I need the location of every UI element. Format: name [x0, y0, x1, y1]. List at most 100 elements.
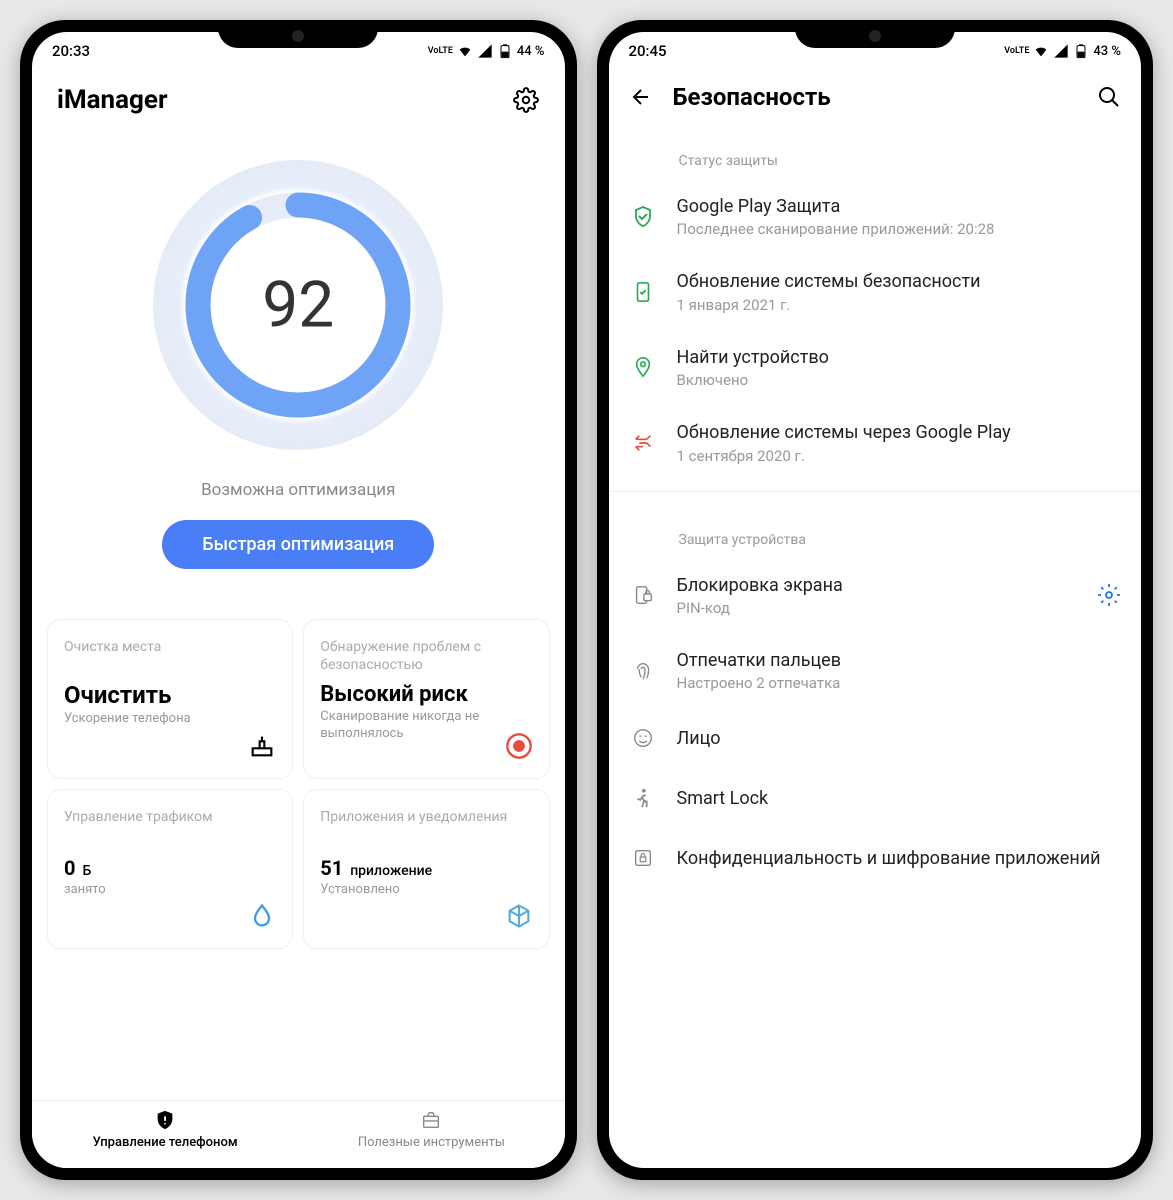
status-icons: VoLTE 44 %: [428, 43, 545, 59]
gear-icon: [1097, 583, 1121, 607]
location-icon: [629, 353, 657, 381]
card-label: Приложения и уведомления: [320, 808, 532, 826]
optimize-button[interactable]: Быстрая оптимизация: [162, 520, 434, 569]
broom-icon: [248, 732, 276, 760]
score-value: 92: [262, 268, 334, 343]
item-smartlock[interactable]: Smart Lock: [609, 768, 1142, 828]
wifi-icon: [457, 43, 473, 59]
screen-1: 20:33 VoLTE 44 % iManager 92: [32, 32, 565, 1168]
gear-icon: [513, 87, 539, 113]
screen-2: 20:45 VoLTE 43 % Безопасность Статус защ…: [609, 32, 1142, 1168]
shield-check-icon: [629, 203, 657, 231]
phone-check-icon: [629, 278, 657, 306]
card-value: 0 Б: [64, 856, 276, 880]
item-fingerprint[interactable]: Отпечатки пальцев Настроено 2 отпечатка: [609, 633, 1142, 708]
item-sub: Настроено 2 отпечатка: [677, 674, 1122, 692]
item-title: Блокировка экрана: [677, 574, 1078, 597]
card-security[interactable]: Обнаружение проблем с безопасностью Высо…: [303, 619, 549, 779]
section-label: Защита устройства: [609, 502, 1142, 558]
card-traffic[interactable]: Управление трафиком 0 Б занято: [47, 789, 293, 949]
lock-settings-button[interactable]: [1097, 583, 1121, 607]
nav-label: Полезные инструменты: [358, 1135, 505, 1150]
score-ring: 92: [153, 160, 443, 450]
nav-tab-tools[interactable]: Полезные инструменты: [298, 1109, 564, 1150]
notch: [218, 20, 378, 48]
update-warning-icon: [629, 429, 657, 457]
card-clean[interactable]: Очистка места Очистить Ускорение телефон…: [47, 619, 293, 779]
item-title: Конфиденциальность и шифрование приложен…: [677, 847, 1122, 870]
target-icon: [505, 732, 533, 760]
phone-frame-2: 20:45 VoLTE 43 % Безопасность Статус защ…: [597, 20, 1154, 1180]
item-sub: PIN-код: [677, 599, 1078, 617]
item-security-update[interactable]: Обновление системы безопасности 1 января…: [609, 254, 1142, 329]
item-title: Обновление системы через Google Play: [677, 421, 1122, 444]
content-scroll[interactable]: Статус защиты Google Play Защита Последн…: [609, 123, 1142, 1159]
walk-icon: [629, 784, 657, 812]
signal-icon: [477, 43, 493, 59]
status-time: 20:45: [629, 42, 667, 60]
card-sub: Установлено: [320, 882, 532, 899]
status-time: 20:33: [52, 42, 90, 60]
settings-button[interactable]: [512, 86, 540, 114]
card-label: Управление трафиком: [64, 808, 276, 826]
card-label: Обнаружение проблем с безопасностью: [320, 638, 532, 674]
card-title: Высокий риск: [320, 682, 532, 707]
cube-icon: [505, 902, 533, 930]
item-title: Найти устройство: [677, 346, 1122, 369]
item-sub: Включено: [677, 371, 1122, 389]
item-title: Лицо: [677, 727, 1122, 750]
signal-icon: [1053, 43, 1069, 59]
volte-indicator: VoLTE: [1004, 46, 1029, 56]
card-title: Очистить: [64, 681, 276, 709]
arrow-left-icon: [629, 85, 653, 109]
search-icon: [1097, 85, 1121, 109]
wifi-icon: [1033, 43, 1049, 59]
card-sub: Ускорение телефона: [64, 711, 276, 728]
item-sub: 1 сентября 2020 г.: [677, 447, 1122, 465]
battery-percent: 44 %: [517, 44, 545, 59]
item-encryption[interactable]: Конфиденциальность и шифрование приложен…: [609, 828, 1142, 888]
card-sub: занято: [64, 882, 276, 899]
item-title: Google Play Защита: [677, 195, 1122, 218]
item-sub: Последнее сканирование приложений: 20:28: [677, 220, 1122, 238]
battery-icon: [497, 43, 513, 59]
app-title: iManager: [57, 85, 167, 115]
lock-box-icon: [629, 844, 657, 872]
item-play-protect[interactable]: Google Play Защита Последнее сканировани…: [609, 179, 1142, 254]
card-label: Очистка места: [64, 638, 276, 656]
item-face[interactable]: Лицо: [609, 708, 1142, 768]
card-apps[interactable]: Приложения и уведомления 51 приложение У…: [303, 789, 549, 949]
notch: [795, 20, 955, 48]
shield-icon: [154, 1109, 176, 1131]
bottom-nav: Управление телефоном Полезные инструмент…: [32, 1100, 565, 1168]
item-title: Отпечатки пальцев: [677, 649, 1122, 672]
phone-frame-1: 20:33 VoLTE 44 % iManager 92: [20, 20, 577, 1180]
back-button[interactable]: [629, 85, 653, 109]
item-screen-lock[interactable]: Блокировка экрана PIN-код: [609, 558, 1142, 633]
page-header: Безопасность: [609, 65, 1142, 123]
item-play-update[interactable]: Обновление системы через Google Play 1 с…: [609, 405, 1142, 480]
nav-tab-management[interactable]: Управление телефоном: [32, 1109, 298, 1150]
divider: [609, 491, 1142, 492]
optimization-hint: Возможна оптимизация: [32, 480, 565, 500]
item-find-device[interactable]: Найти устройство Включено: [609, 330, 1142, 405]
page-title: Безопасность: [673, 83, 1078, 111]
toolbox-icon: [420, 1109, 442, 1131]
nav-label: Управление телефоном: [93, 1135, 238, 1150]
battery-icon: [1073, 43, 1089, 59]
app-header: iManager: [32, 65, 565, 130]
drop-icon: [248, 902, 276, 930]
fingerprint-icon: [629, 657, 657, 685]
item-title: Обновление системы безопасности: [677, 270, 1122, 293]
volte-indicator: VoLTE: [428, 46, 453, 56]
score-section: 92 Возможна оптимизация Быстрая оптимиза…: [32, 130, 565, 589]
card-value: 51 приложение: [320, 856, 532, 880]
search-button[interactable]: [1097, 85, 1121, 109]
battery-percent: 43 %: [1093, 44, 1121, 59]
item-sub: 1 января 2021 г.: [677, 296, 1122, 314]
phone-lock-icon: [629, 581, 657, 609]
item-title: Smart Lock: [677, 787, 1122, 810]
card-sub: Сканирование никогда не выполнялось: [320, 709, 532, 743]
status-icons: VoLTE 43 %: [1004, 43, 1121, 59]
section-label: Статус защиты: [609, 123, 1142, 179]
